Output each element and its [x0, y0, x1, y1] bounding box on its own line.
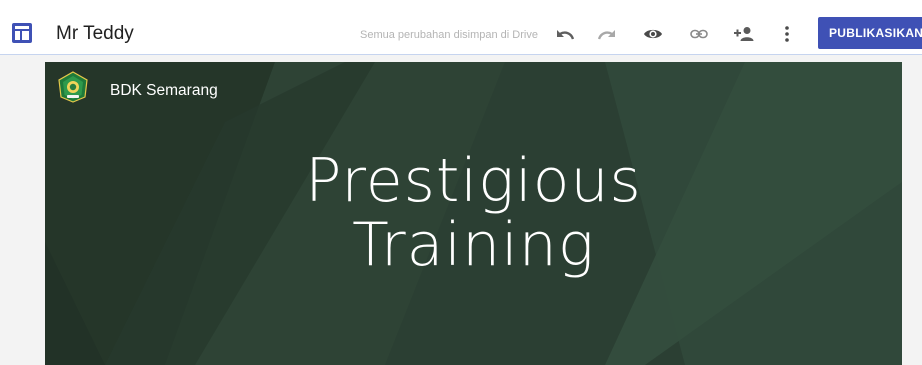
redo-icon	[598, 30, 615, 40]
document-title[interactable]: Mr Teddy	[56, 22, 134, 46]
site-logo	[58, 71, 88, 103]
sites-layout-icon[interactable]	[12, 23, 32, 43]
page-title-line-1: Prestigious	[305, 146, 642, 216]
undo-icon	[557, 30, 574, 40]
copy-link-button[interactable]	[688, 23, 710, 45]
app-bar: Mr Teddy Semua perubahan disimpan di Dri…	[0, 0, 922, 55]
share-button[interactable]	[733, 23, 755, 45]
more-vert-icon	[785, 26, 789, 42]
save-status-text: Semua perubahan disimpan di Drive	[360, 29, 538, 41]
page-title[interactable]: Prestigious Training	[45, 149, 902, 277]
add-person-icon	[734, 27, 754, 41]
page-title-line-2: Training	[352, 210, 595, 280]
more-options-button[interactable]	[776, 23, 798, 45]
eye-icon	[644, 29, 662, 39]
link-icon	[690, 29, 708, 39]
redo-button[interactable]	[596, 23, 618, 45]
preview-button[interactable]	[642, 23, 664, 45]
header-banner[interactable]: BDK Semarang Prestigious Training	[45, 62, 902, 365]
undo-button[interactable]	[554, 23, 576, 45]
site-name[interactable]: BDK Semarang	[110, 81, 218, 101]
publish-button[interactable]: PUBLIKASIKAN	[818, 17, 922, 49]
